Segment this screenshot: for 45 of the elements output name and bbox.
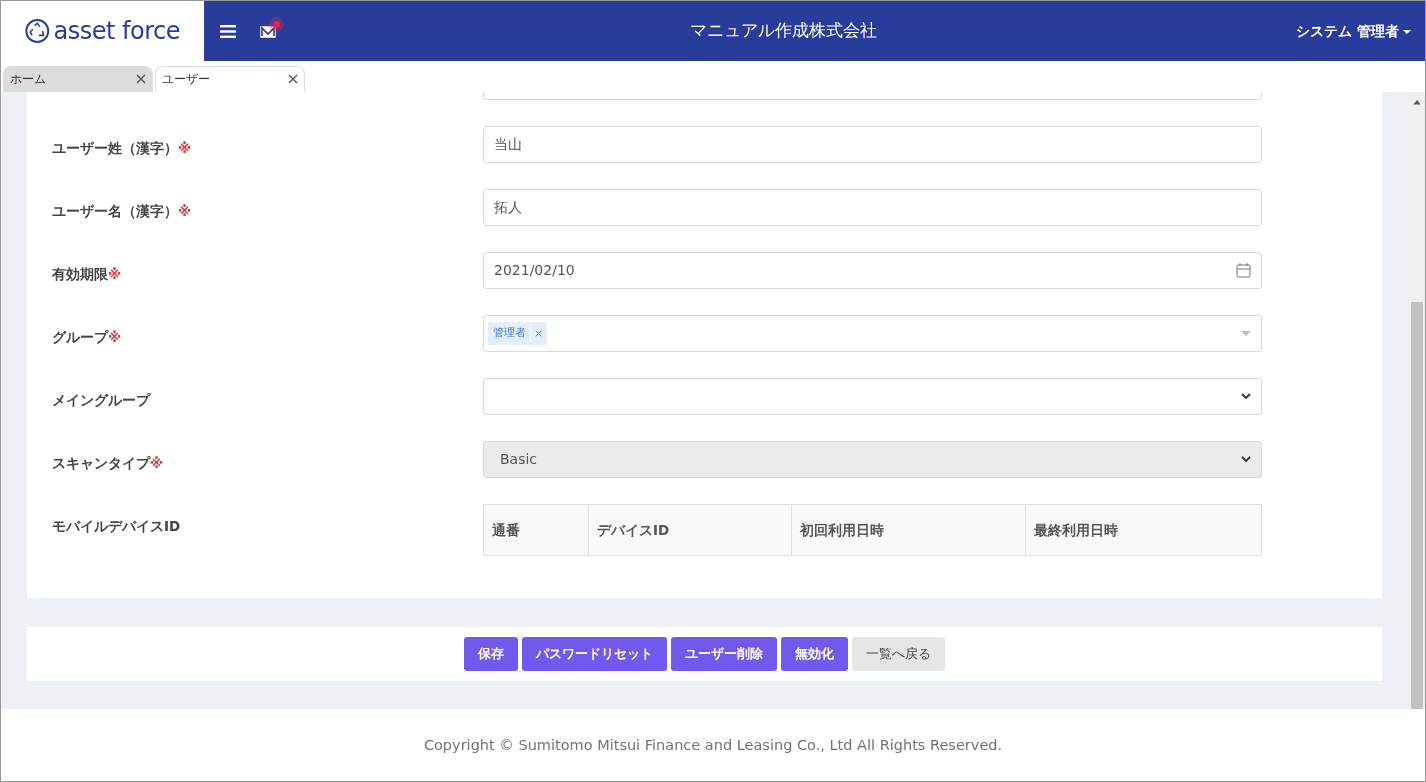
tab[interactable]: ホーム	[3, 66, 153, 92]
field-label: スキャンタイプ※	[52, 455, 164, 471]
action-button[interactable]: 一覧へ戻る	[852, 637, 945, 671]
field-label: ユーザー姓（漢字）※	[52, 140, 192, 156]
field-value: 2021/02/10	[494, 261, 575, 280]
copyright-text: Copyright © Sumitomo Mitsui Finance and Leasing Co., Ltd All Rights Reserved.	[423, 736, 1003, 756]
scrollbar[interactable]	[1408, 92, 1425, 709]
remove-icon[interactable]	[535, 330, 542, 337]
action-button[interactable]: 無効化	[781, 637, 848, 671]
tab-label[interactable]: ホーム	[10, 70, 46, 88]
calendar-icon[interactable]	[1236, 263, 1251, 278]
column-header: 最終利用日時	[1025, 504, 1262, 556]
recycle-logo-icon	[25, 17, 50, 45]
mail-icon[interactable]	[260, 25, 276, 38]
company-name: マニュアル作成株式会社	[688, 19, 878, 43]
multi-select-field[interactable]: 管理者	[483, 315, 1262, 352]
tab[interactable]: ユーザー	[155, 66, 305, 92]
field-label: グループ※	[52, 329, 122, 345]
date-field[interactable]: 2021/02/10	[483, 252, 1262, 289]
column-header: 初回利用日時	[791, 504, 1026, 556]
column-header: 通番	[483, 504, 589, 556]
logo-text: asset force	[53, 16, 180, 47]
tag-label: 管理者	[493, 325, 526, 342]
action-button[interactable]: パスワードリセット	[522, 637, 667, 671]
user-menu[interactable]: システム 管理者	[1290, 19, 1417, 43]
column-header: デバイスID	[588, 504, 792, 556]
input-field[interactable]: 拓人	[483, 189, 1262, 226]
action-button[interactable]: ユーザー削除	[671, 637, 777, 671]
field-label: 有効期限※	[52, 266, 122, 282]
chevron-down-icon[interactable]	[1241, 393, 1251, 400]
field-value: 拓人	[494, 198, 522, 217]
tab-label[interactable]: ユーザー	[162, 70, 210, 88]
caret-icon[interactable]	[1403, 29, 1411, 34]
close-icon[interactable]	[288, 74, 298, 84]
field-label: モバイルデバイスID	[52, 518, 181, 534]
scroll-up-icon[interactable]	[1412, 100, 1421, 105]
close-icon[interactable]	[136, 74, 146, 84]
field-label: メイングループ	[52, 392, 150, 408]
input-field[interactable]: 当山	[483, 126, 1262, 163]
field-value: 当山	[494, 135, 522, 154]
action-button[interactable]: 保存	[464, 637, 518, 671]
select-field[interactable]	[483, 378, 1262, 415]
field-value: Basic	[500, 450, 538, 469]
menu-icon[interactable]	[220, 24, 236, 38]
field-label: ユーザー名（漢字）※	[52, 203, 192, 219]
